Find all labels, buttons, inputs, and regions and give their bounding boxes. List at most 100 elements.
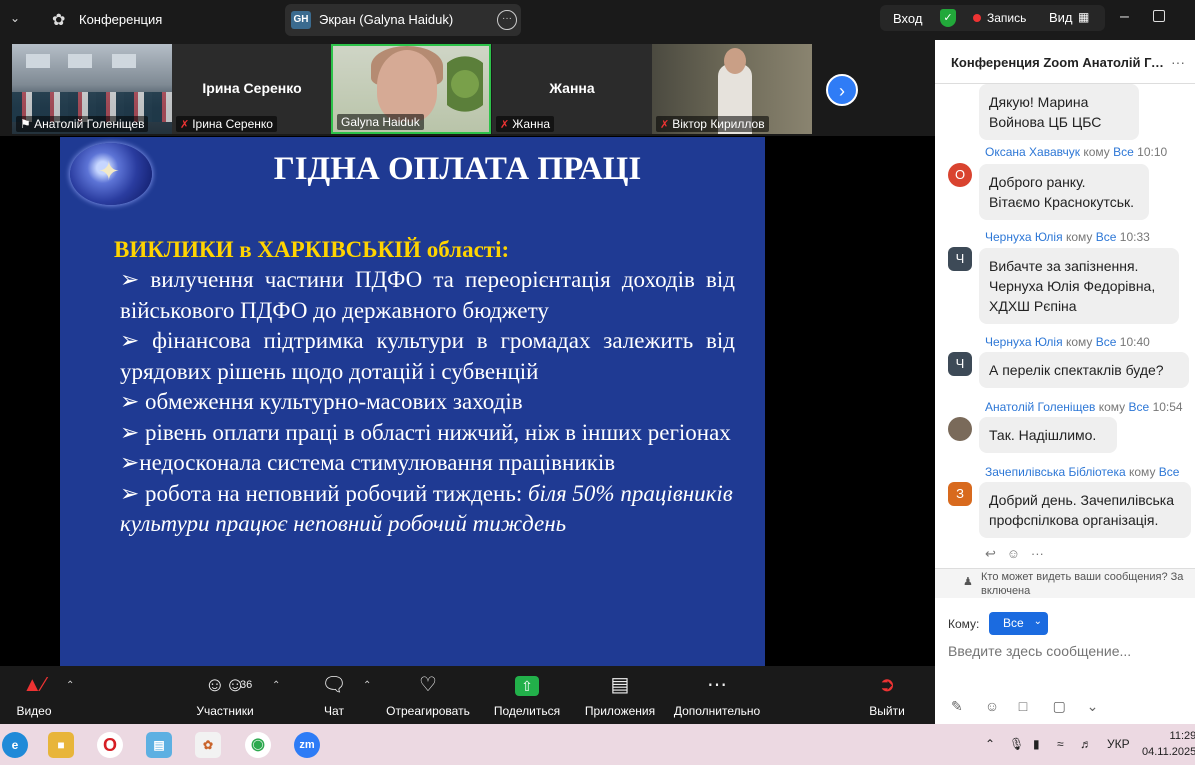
participant-name: Жанна (549, 80, 595, 96)
window-minimize-button[interactable]: – (1120, 8, 1129, 26)
react-button[interactable]: ♡ Отреагировать (384, 672, 472, 718)
notes-app-icon[interactable]: ▤ (146, 732, 172, 758)
screenshot-icon[interactable]: ▢ (1053, 698, 1083, 715)
participant-video (377, 50, 437, 122)
slide-bullet: ➢ робота на неповний робочий тиждень: бі… (120, 480, 733, 537)
chat-messages[interactable]: Дякую! Марина Войнова ЦБ ЦБС Оксана Хава… (935, 84, 1195, 568)
wifi-icon[interactable]: ≈ (1057, 737, 1064, 751)
window-maximize-button[interactable] (1153, 10, 1165, 22)
more-options-icon[interactable]: ··· (497, 10, 517, 30)
reply-icon[interactable]: ↩ (985, 546, 996, 561)
clock-date: 04.11.2025 (1142, 746, 1195, 758)
chat-title: Конференция Zoom Анатолій Голеніщев (951, 55, 1166, 70)
clock-time: 11:29 (1169, 730, 1195, 742)
message-actions: ↩ ☺ ··· (985, 546, 1044, 562)
plant-image (447, 56, 483, 126)
chat-icon: 🗨 (321, 674, 347, 696)
recipient-select[interactable]: Все ⌄ (989, 612, 1048, 635)
screen-share-label: Экран (Galyna Haiduk) (319, 12, 454, 27)
language-indicator[interactable]: УКР (1107, 737, 1130, 751)
chat-message-sender: Анатолій Голеніщев кому Все 10:54 (985, 400, 1183, 414)
slide-bullet: ➢ обмеження культурно-масових заходів (120, 389, 523, 414)
slide-bullet: ➢ вилучення частини ПДФО та переорієнтац… (120, 267, 735, 323)
chat-message-sender: Зачепилівська Бібліотека кому Все (985, 465, 1180, 479)
edge-icon[interactable]: e (2, 732, 28, 758)
mic-muted-icon: ✗ (500, 119, 510, 131)
chevron-down-icon: ⌄ (1033, 616, 1042, 627)
file-explorer-icon[interactable]: ■ (48, 732, 74, 758)
chat-message-bubble: Доброго ранку. Вітаємо Краснокутськ. (979, 164, 1149, 220)
chat-message-bubble: Так. Надішлимо. (979, 417, 1117, 453)
record-status[interactable]: Запись (987, 11, 1026, 25)
meeting-status-group: Вход ✓ Запись Вид ▦ (880, 5, 1105, 31)
slide-bullets: ➢ вилучення частини ПДФО та переорієнтац… (120, 265, 735, 540)
sharer-avatar: GH (291, 11, 311, 29)
enter-button[interactable]: Вход (893, 11, 922, 26)
volume-icon[interactable]: ♬ (1080, 737, 1092, 751)
video-options-caret[interactable]: ⌃ (66, 680, 74, 691)
conference-label[interactable]: Конференция (79, 12, 162, 27)
leave-button[interactable]: ➲ Выйти (866, 672, 908, 718)
participants-options-caret[interactable]: ⌃ (272, 680, 280, 691)
chevron-down-icon[interactable]: ⌄ (1087, 698, 1117, 715)
chat-message-sender: Оксана Хававчук кому Все 10:10 (985, 145, 1168, 159)
chevron-down-icon[interactable]: ⌄ (10, 11, 20, 25)
meeting-toolbar: ▲⁄ Видео ⌃ ☺☺ Участники 36 ⌃ 🗨 Чат ⌃ ♡ О… (0, 666, 935, 724)
slide-subtitle: ВИКЛИКИ в ХАРКІВСЬКІЙ області: (114, 237, 510, 262)
format-icon[interactable]: ✎ (951, 698, 981, 715)
grid-view-icon[interactable]: ▦ (1078, 10, 1089, 24)
slide-bullet: ➢ рівень оплати праці в області нижчий, … (120, 419, 731, 445)
emoji-icon[interactable]: ☺ (985, 698, 1015, 714)
participant-tile[interactable]: ⚑ Анатолій Голеніщев (12, 44, 172, 134)
more-icon: ⋯ (707, 674, 727, 696)
participant-tile[interactable]: Ірина Серенко ✗ Ірина Серенко (172, 44, 332, 134)
more-button[interactable]: ⋯ Дополнительно (670, 672, 764, 718)
avatar: О (948, 163, 972, 187)
participants-count: 36 (240, 679, 253, 691)
painting-image (112, 54, 136, 68)
chat-options-icon[interactable]: ··· (1171, 54, 1185, 70)
chat-privacy-notice[interactable]: ♟ Кто может видеть ваши сообщения? За вк… (935, 568, 1195, 598)
view-button[interactable]: Вид (1049, 10, 1073, 25)
emoji-react-icon[interactable]: ☺ (1007, 546, 1020, 561)
battery-icon[interactable]: ▮ (1033, 737, 1040, 751)
chrome-icon[interactable]: ◉ (245, 732, 271, 758)
avatar (948, 417, 972, 441)
meeting-top-bar: ⌄ ✿ Конференция GH Экран (Galyna Haiduk)… (0, 0, 935, 40)
chat-message-input[interactable] (948, 643, 1183, 659)
chat-button[interactable]: 🗨 Чат (314, 672, 354, 718)
opera-icon[interactable]: O (97, 732, 123, 758)
mic-muted-icon: ✗ (180, 119, 190, 131)
participant-tile[interactable]: ✗ Віктор Кириллов (652, 44, 812, 134)
participant-name-label: ✗ Віктор Кириллов (656, 116, 769, 132)
record-dot-icon (973, 14, 981, 22)
video-off-icon: ▲⁄ (22, 674, 46, 696)
file-icon[interactable]: □ (1019, 698, 1049, 714)
zoom-app-icon[interactable]: zm (294, 732, 320, 758)
participant-tile[interactable]: Жанна ✗ Жанна (492, 44, 652, 134)
tray-expand-icon[interactable]: ⌃ (985, 737, 995, 751)
slide-title: ГІДНА ОПЛАТА ПРАЦІ (273, 151, 642, 187)
painting-image (26, 54, 50, 68)
shield-check-icon[interactable]: ✓ (940, 9, 956, 27)
paint-icon[interactable]: ✿ (195, 732, 221, 758)
person-icon: ♟ (963, 576, 973, 588)
apps-button[interactable]: ▤ Приложения (582, 672, 658, 718)
privacy-text: Кто может видеть ваши сообщения? За вклю… (981, 571, 1184, 597)
slide-bullet: ➢недосконала система стимулювання праців… (120, 450, 616, 475)
participant-video (724, 48, 746, 74)
more-actions-icon[interactable]: ··· (1031, 546, 1044, 561)
pin-icon: ⚑ (20, 117, 35, 131)
next-page-button[interactable]: › (826, 74, 858, 106)
video-button[interactable]: ▲⁄ Видео (12, 672, 56, 718)
microphone-icon[interactable]: 🎙 (1009, 737, 1024, 751)
participant-name-label: ⚑ Анатолій Голеніщев (16, 116, 149, 132)
chat-message-sender: Чернуха Юлія кому Все 10:40 (985, 335, 1150, 349)
screen-share-indicator[interactable]: GH Экран (Galyna Haiduk) ··· (285, 4, 521, 36)
share-button[interactable]: ⇧ Поделиться (490, 672, 564, 718)
participant-tile-active-speaker[interactable]: Galyna Haiduk (331, 44, 491, 134)
chat-message-bubble: Добрий день. Зачепилівська профспілкова … (979, 482, 1191, 538)
exit-icon: ➲ (878, 674, 896, 696)
system-clock[interactable]: 11:29 04.11.2025 (1142, 728, 1195, 760)
chat-options-caret[interactable]: ⌃ (363, 680, 371, 691)
